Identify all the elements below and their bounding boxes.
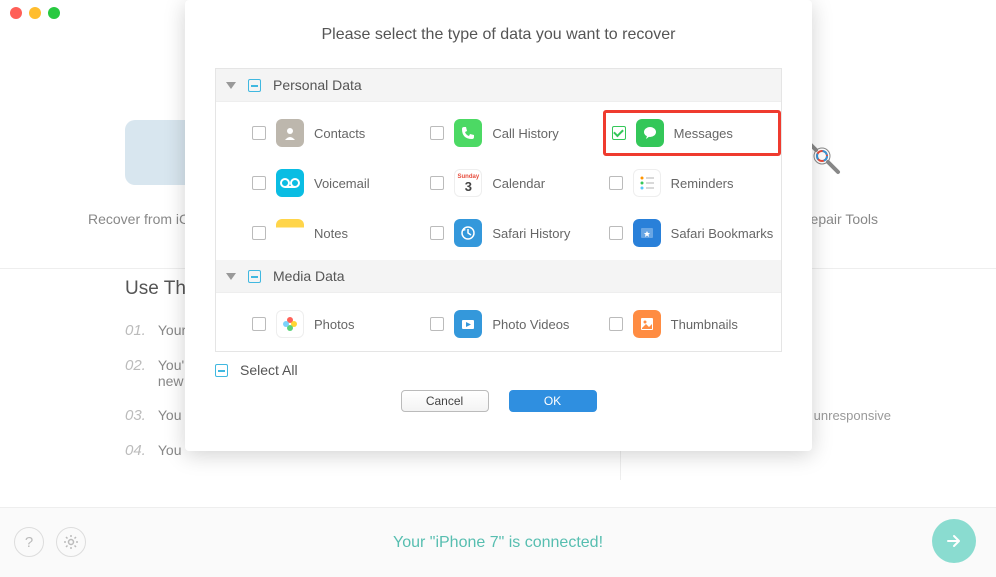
step-number: 04.: [125, 442, 146, 459]
item-voicemail[interactable]: Voicemail: [246, 160, 424, 206]
select-all-row[interactable]: Select All: [215, 362, 782, 378]
bookmarks-icon: [633, 219, 661, 247]
step-text: You: [158, 442, 182, 458]
item-safari-history[interactable]: Safari History: [424, 210, 602, 256]
checkbox[interactable]: [430, 317, 444, 331]
section-checkbox-indeterminate[interactable]: [248, 79, 261, 92]
item-photos[interactable]: Photos: [246, 301, 424, 347]
photo-videos-icon: [454, 310, 482, 338]
item-label: Contacts: [314, 126, 365, 141]
messages-icon: [636, 119, 664, 147]
item-label: Call History: [492, 126, 558, 141]
checkbox-checked[interactable]: [612, 126, 626, 140]
calendar-icon: Sunday3: [454, 169, 482, 197]
arrow-right-icon: [944, 531, 964, 551]
safari-history-icon: [454, 219, 482, 247]
step-text: You' new: [158, 357, 184, 389]
data-type-selector-modal: Please select the type of data you want …: [185, 0, 812, 451]
disclosure-triangle-icon[interactable]: [226, 82, 236, 89]
disclosure-triangle-icon[interactable]: [226, 273, 236, 280]
item-call-history[interactable]: Call History: [424, 110, 602, 156]
data-sections: Personal Data Contacts Call History Mess…: [215, 68, 782, 352]
help-button[interactable]: ?: [14, 527, 44, 557]
step-number: 01.: [125, 322, 146, 339]
item-photo-videos[interactable]: Photo Videos: [424, 301, 602, 347]
select-all-checkbox-indeterminate[interactable]: [215, 364, 228, 377]
contacts-icon: [276, 119, 304, 147]
checkbox[interactable]: [430, 126, 444, 140]
checkbox[interactable]: [252, 317, 266, 331]
checkbox[interactable]: [430, 176, 444, 190]
checkbox[interactable]: [430, 226, 444, 240]
personal-data-grid: Contacts Call History Messages Voicemail…: [216, 102, 781, 260]
section-header-media[interactable]: Media Data: [216, 260, 781, 293]
gear-icon: [63, 534, 79, 550]
cancel-button[interactable]: Cancel: [401, 390, 489, 412]
item-label: Thumbnails: [671, 317, 738, 332]
item-label: Voicemail: [314, 176, 370, 191]
step-text: Your: [158, 322, 186, 338]
select-all-label: Select All: [240, 362, 298, 378]
recover-from-icloud-label: Recover from iC: [88, 211, 189, 227]
section-title: Personal Data: [273, 77, 362, 93]
item-label: Messages: [674, 126, 733, 141]
item-calendar[interactable]: Sunday3 Calendar: [424, 160, 602, 206]
item-label: Photos: [314, 317, 354, 332]
thumbnails-icon: [633, 310, 661, 338]
item-safari-bookmarks[interactable]: Safari Bookmarks: [603, 210, 781, 256]
modal-buttons: Cancel OK: [185, 390, 812, 412]
item-reminders[interactable]: Reminders: [603, 160, 781, 206]
item-label: Photo Videos: [492, 317, 569, 332]
checkbox[interactable]: [252, 176, 266, 190]
item-messages[interactable]: Messages: [603, 110, 781, 156]
settings-button[interactable]: [56, 527, 86, 557]
section-title: Media Data: [273, 268, 345, 284]
checkbox[interactable]: [609, 176, 623, 190]
phone-icon: [454, 119, 482, 147]
section-checkbox-indeterminate[interactable]: [248, 270, 261, 283]
media-data-grid: Photos Photo Videos Thumbnails: [216, 293, 781, 351]
repair-tools-label: epair Tools: [811, 211, 878, 227]
voicemail-icon: [276, 169, 304, 197]
modal-title: Please select the type of data you want …: [185, 26, 812, 44]
checkbox[interactable]: [609, 226, 623, 240]
checkbox[interactable]: [252, 226, 266, 240]
checkbox[interactable]: [609, 317, 623, 331]
item-thumbnails[interactable]: Thumbnails: [603, 301, 781, 347]
reminders-icon: [633, 169, 661, 197]
step-number: 03.: [125, 407, 146, 424]
step-text: You: [158, 407, 182, 423]
item-label: Calendar: [492, 176, 545, 191]
notes-icon: [276, 219, 304, 247]
item-label: Notes: [314, 226, 348, 241]
footer-bar: Your "iPhone 7" is connected!: [0, 507, 996, 577]
next-button[interactable]: [932, 519, 976, 563]
photos-icon: [276, 310, 304, 338]
item-contacts[interactable]: Contacts: [246, 110, 424, 156]
ok-button[interactable]: OK: [509, 390, 597, 412]
checkbox[interactable]: [252, 126, 266, 140]
item-label: Safari Bookmarks: [671, 226, 774, 241]
section-header-personal[interactable]: Personal Data: [216, 69, 781, 102]
item-label: Reminders: [671, 176, 734, 191]
item-notes[interactable]: Notes: [246, 210, 424, 256]
step-number: 02.: [125, 357, 146, 374]
connection-status: Your "iPhone 7" is connected!: [393, 534, 603, 552]
item-label: Safari History: [492, 226, 570, 241]
